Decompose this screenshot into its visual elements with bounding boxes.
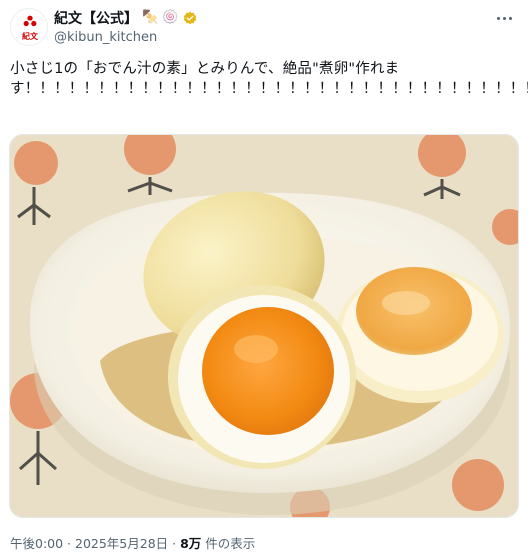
badge-emojis: 🍢 🍥 <box>142 10 179 25</box>
post-date[interactable]: 2025年5月28日 <box>75 536 168 551</box>
tweet-meta: 午後0:00 · 2025年5月28日 · 8万 件の表示 <box>10 533 255 552</box>
more-dot-icon <box>496 16 500 20</box>
tweet-photo[interactable] <box>9 134 519 518</box>
views-label: 件の表示 <box>205 536 256 551</box>
tweet-text: 小さじ1の「おでん汁の素」とみりんで、絶品"煮卵"作れます！！！！！！！！！！！… <box>10 61 528 97</box>
photo-boiled-eggs <box>10 135 518 517</box>
separator: · <box>168 536 181 551</box>
post-time[interactable]: 午後0:00 <box>10 536 63 551</box>
avatar-label: 紀文 <box>22 32 38 41</box>
brand-logo-icon <box>23 15 37 27</box>
more-dot-icon <box>508 16 512 20</box>
tweet-header: 紀文 紀文【公式】 🍢 🍥 @kibun_kitchen <box>8 6 520 50</box>
verified-badge-icon[interactable] <box>183 11 197 25</box>
more-options-button[interactable] <box>492 8 516 28</box>
avatar[interactable]: 紀文 <box>10 8 48 46</box>
separator: · <box>63 536 75 551</box>
more-dot-icon <box>502 16 506 20</box>
views-count: 8万 <box>180 536 202 551</box>
user-handle[interactable]: @kibun_kitchen <box>54 30 157 45</box>
display-name[interactable]: 紀文【公式】 <box>54 8 138 28</box>
